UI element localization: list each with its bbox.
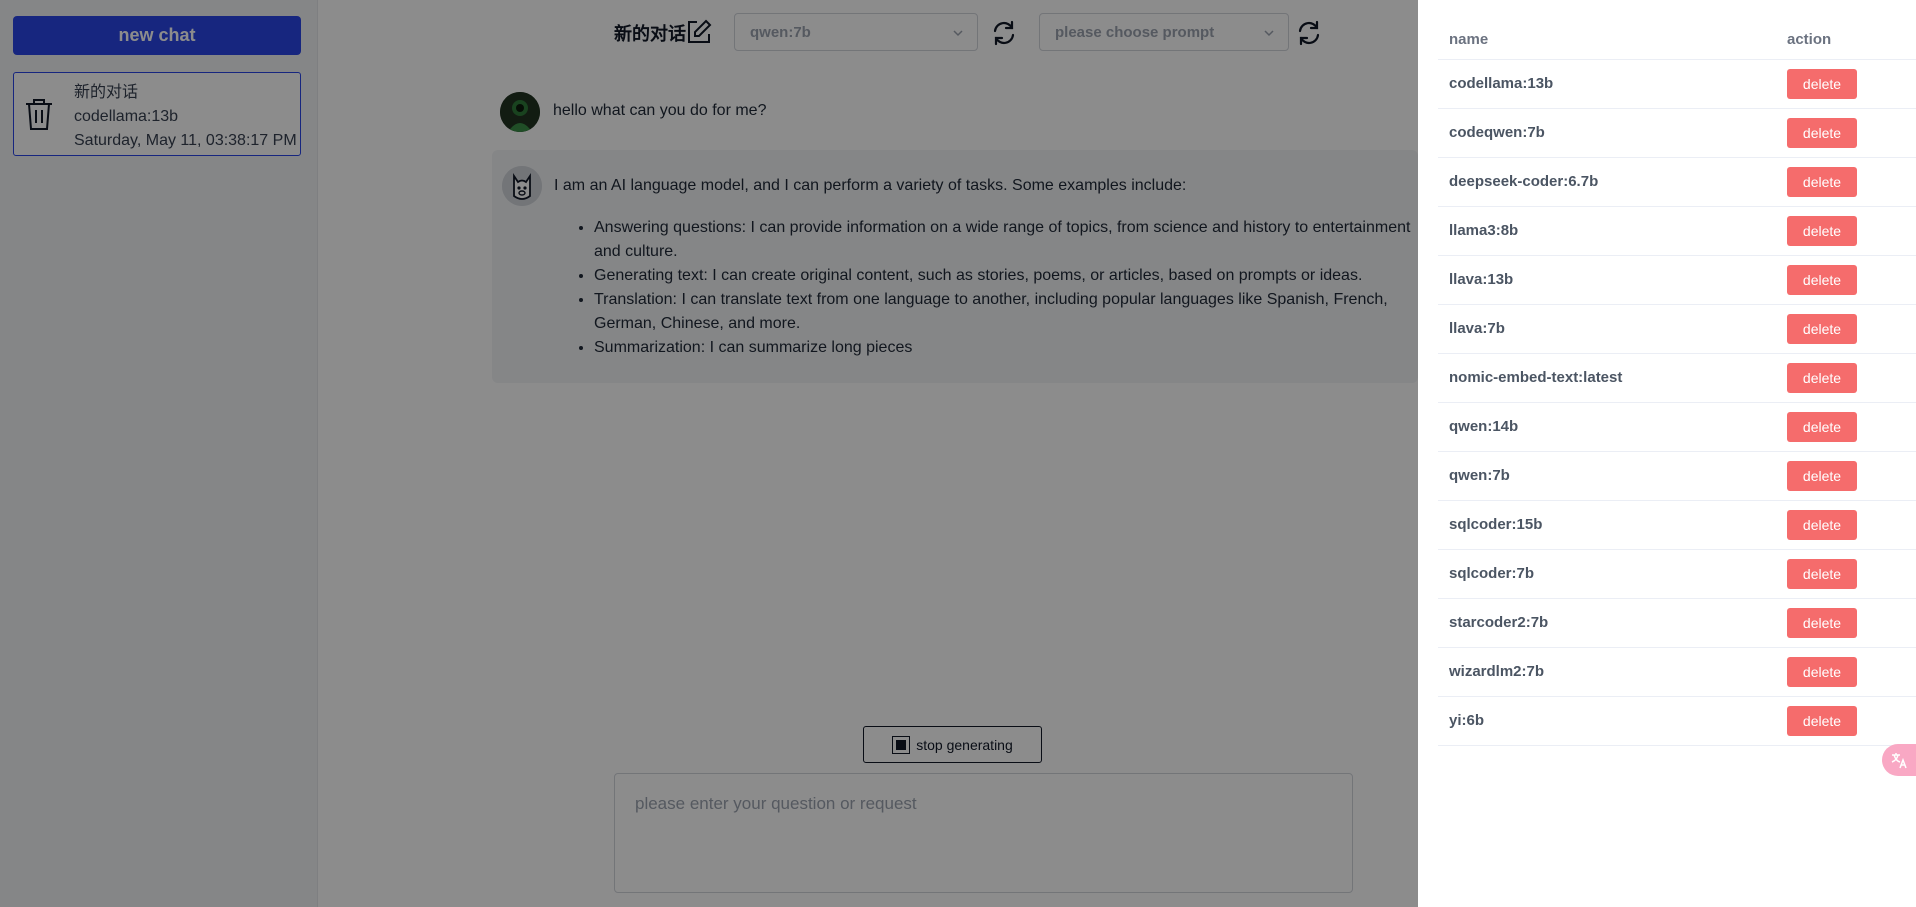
table-row: yi:6b delete [1438,696,1916,746]
delete-model-button[interactable]: delete [1787,117,1857,148]
model-action-cell: delete [1776,451,1916,501]
model-name: llava:13b [1438,255,1776,305]
delete-model-button[interactable]: delete [1787,313,1857,344]
models-table: name action codellama:13b delete codeqwen:… [1438,21,1916,746]
model-action-cell: delete [1776,402,1916,452]
model-name: wizardlm2:7b [1438,647,1776,697]
modal-overlay[interactable] [0,0,1418,907]
model-action-cell: delete [1776,108,1916,158]
table-row: nomic-embed-text:latest delete [1438,353,1916,403]
table-row: deepseek-coder:6.7b delete [1438,157,1916,207]
model-action-cell: delete [1776,696,1916,746]
table-row: llava:13b delete [1438,255,1916,305]
model-action-cell: delete [1776,206,1916,256]
delete-model-button[interactable]: delete [1787,656,1857,687]
table-row: codeqwen:7b delete [1438,108,1916,158]
model-name: deepseek-coder:6.7b [1438,157,1776,207]
table-row: qwen:14b delete [1438,402,1916,452]
model-action-cell: delete [1776,549,1916,599]
models-drawer: name action codellama:13b delete codeqwen:… [1418,0,1916,907]
table-row: sqlcoder:15b delete [1438,500,1916,550]
delete-model-button[interactable]: delete [1787,705,1857,736]
model-name: qwen:14b [1438,402,1776,452]
table-row: qwen:7b delete [1438,451,1916,501]
model-action-cell: delete [1776,353,1916,403]
model-action-cell: delete [1776,647,1916,697]
model-name: qwen:7b [1438,451,1776,501]
model-name: nomic-embed-text:latest [1438,353,1776,403]
delete-model-button[interactable]: delete [1787,509,1857,540]
model-name: sqlcoder:7b [1438,549,1776,599]
model-action-cell: delete [1776,255,1916,305]
model-action-cell: delete [1776,304,1916,354]
model-action-cell: delete [1776,500,1916,550]
delete-model-button[interactable]: delete [1787,460,1857,491]
model-name: llava:7b [1438,304,1776,354]
model-action-cell: delete [1776,59,1916,109]
translate-icon[interactable] [1882,744,1916,776]
delete-model-button[interactable]: delete [1787,166,1857,197]
model-name: llama3:8b [1438,206,1776,256]
table-row: codellama:13b delete [1438,59,1916,109]
delete-model-button[interactable]: delete [1787,558,1857,589]
delete-model-button[interactable]: delete [1787,68,1857,99]
delete-model-button[interactable]: delete [1787,264,1857,295]
table-row: llava:7b delete [1438,304,1916,354]
table-row: starcoder2:7b delete [1438,598,1916,648]
delete-model-button[interactable]: delete [1787,607,1857,638]
model-name: codellama:13b [1438,59,1776,109]
model-name: sqlcoder:15b [1438,500,1776,550]
table-row: wizardlm2:7b delete [1438,647,1916,697]
delete-model-button[interactable]: delete [1787,215,1857,246]
model-action-cell: delete [1776,157,1916,207]
column-header-name: name [1438,21,1776,60]
models-table-body: codellama:13b delete codeqwen:7b delete deep… [1438,59,1916,746]
model-name: codeqwen:7b [1438,108,1776,158]
table-header-row: name action [1438,21,1916,60]
table-row: llama3:8b delete [1438,206,1916,256]
model-name: starcoder2:7b [1438,598,1776,648]
table-row: sqlcoder:7b delete [1438,549,1916,599]
model-action-cell: delete [1776,598,1916,648]
model-name: yi:6b [1438,696,1776,746]
delete-model-button[interactable]: delete [1787,411,1857,442]
delete-model-button[interactable]: delete [1787,362,1857,393]
column-header-action: action [1776,21,1916,60]
